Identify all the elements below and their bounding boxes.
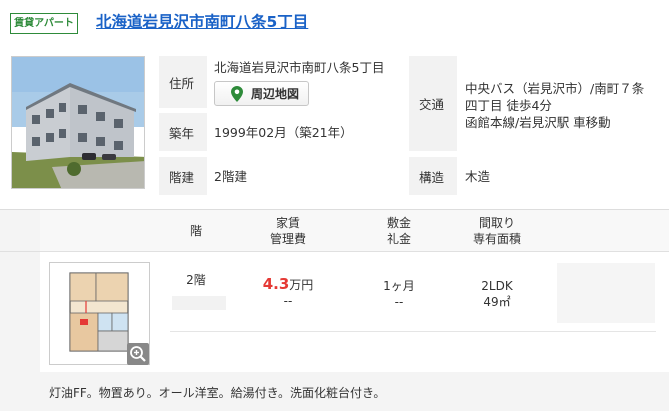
- layout-value: 2LDK: [481, 279, 513, 293]
- col-rent: 家賃 管理費: [248, 215, 328, 247]
- col-layout-label: 間取り: [478, 216, 515, 230]
- transit-value: 中央バス（岩見沢市）/南町７条 四丁目 徒歩4分 函館本線/岩見沢駅 車移動: [465, 80, 644, 131]
- room-deposit: 1ヶ月 --: [354, 278, 444, 310]
- rent-amount: 4.3: [262, 275, 290, 293]
- rent-unit: 万円: [289, 278, 314, 292]
- col-management-label: 管理費: [269, 232, 306, 246]
- floors-label: 階建: [159, 157, 207, 195]
- header-sidebar: [0, 210, 40, 251]
- key-money-value: --: [394, 295, 404, 309]
- property-summary: 住所 北海道岩見沢市南町八条5丁目 周辺地図 築年 1999年02月（築21年）…: [0, 44, 669, 204]
- col-keymoney-label: 礼金: [386, 232, 411, 246]
- col-rent-label: 家賃: [275, 216, 300, 230]
- map-pin-icon: [231, 85, 243, 102]
- built-label: 築年: [159, 113, 207, 151]
- col-area-label: 専有面積: [472, 232, 521, 246]
- room-rent: 4.3万円 --: [243, 276, 333, 309]
- room-notes: 灯油FF。物置あり。オール洋室。給湯付き。洗面化粧台付き。: [49, 386, 386, 400]
- col-floor: 階: [189, 224, 202, 238]
- nearby-map-button[interactable]: 周辺地図: [214, 81, 309, 106]
- address-value: 北海道岩見沢市南町八条5丁目: [214, 60, 385, 75]
- nearby-map-label: 周辺地図: [251, 87, 300, 101]
- room-number-placeholder: [172, 296, 226, 310]
- transit-label: 交通: [409, 56, 457, 151]
- rooms-table-header: 階 家賃 管理費 敷金 礼金 間取り 専有面積: [0, 210, 669, 252]
- col-deposit-label: 敷金: [386, 216, 411, 230]
- property-type-badge: 賃貸アパート: [10, 13, 78, 34]
- row-separator: [170, 331, 656, 332]
- structure-value: 木造: [465, 169, 491, 184]
- row-sidebar: [0, 252, 40, 372]
- transit-line-1: 中央バス（岩見沢市）/南町７条: [465, 81, 645, 96]
- address-label: 住所: [159, 56, 207, 108]
- floors-value: 2階建: [214, 169, 247, 184]
- col-layout: 間取り 専有面積: [457, 215, 537, 247]
- room-action-area[interactable]: [557, 263, 655, 323]
- zoom-icon[interactable]: [127, 343, 149, 365]
- deposit-value: 1ヶ月: [383, 279, 415, 293]
- room-floor: 2階: [186, 273, 206, 287]
- built-value: 1999年02月（築21年）: [214, 125, 353, 140]
- room-layout: 2LDK 49㎡: [452, 278, 542, 310]
- col-deposit: 敷金 礼金: [359, 215, 439, 247]
- listing-header: 賃貸アパート 北海道岩見沢市南町八条5丁目: [0, 0, 669, 44]
- management-fee: --: [283, 294, 293, 308]
- transit-line-2: 四丁目 徒歩4分: [465, 98, 552, 113]
- listing-title-link[interactable]: 北海道岩見沢市南町八条5丁目: [96, 10, 308, 32]
- area-value: 49㎡: [483, 295, 511, 309]
- transit-line-3: 函館本線/岩見沢駅 車移動: [465, 115, 611, 130]
- structure-label: 構造: [409, 157, 457, 195]
- building-photo[interactable]: [11, 56, 145, 189]
